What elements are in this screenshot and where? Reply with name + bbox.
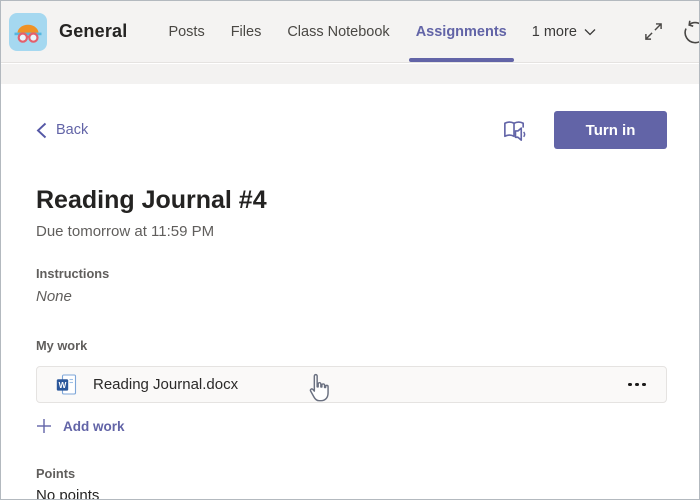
swimmer-avatar-icon bbox=[14, 24, 42, 43]
more-tabs-dropdown[interactable]: 1 more bbox=[532, 24, 596, 40]
refresh-icon bbox=[684, 20, 699, 43]
points-label: Points bbox=[36, 466, 76, 481]
immersive-reader-icon bbox=[504, 120, 526, 141]
attached-file-card[interactable]: W Reading Journal.docx bbox=[36, 366, 667, 403]
assignment-title: Reading Journal #4 bbox=[36, 186, 267, 214]
plus-icon bbox=[37, 419, 51, 433]
more-tabs-label: 1 more bbox=[531, 23, 577, 40]
immersive-reader-button[interactable] bbox=[499, 115, 530, 146]
tab-class-notebook[interactable]: Class Notebook bbox=[274, 1, 402, 62]
header-actions bbox=[642, 18, 699, 46]
chevron-down-icon bbox=[584, 28, 596, 35]
due-date: Due tomorrow at 11:59 PM bbox=[36, 223, 215, 240]
header-substrip bbox=[1, 64, 699, 84]
instructions-label: Instructions bbox=[36, 266, 110, 281]
instructions-value: None bbox=[36, 288, 72, 305]
add-work-button[interactable]: Add work bbox=[36, 418, 125, 434]
expand-button[interactable] bbox=[642, 20, 665, 43]
attached-file-name: Reading Journal.docx bbox=[93, 376, 239, 393]
turn-in-button[interactable]: Turn in bbox=[554, 111, 667, 149]
channel-title: General bbox=[59, 21, 128, 41]
file-more-options-button[interactable] bbox=[626, 377, 648, 393]
channel-header: General Posts Files Class Notebook Assig… bbox=[1, 1, 699, 63]
add-work-label: Add work bbox=[63, 418, 125, 434]
tab-posts[interactable]: Posts bbox=[155, 1, 217, 62]
expand-icon bbox=[645, 23, 662, 40]
back-label: Back bbox=[56, 122, 89, 138]
assignment-detail: Back Turn in Reading Journal #4 Due tomo… bbox=[1, 84, 699, 499]
assignment-toolbar: Back Turn in bbox=[36, 111, 667, 149]
back-button[interactable]: Back bbox=[36, 122, 88, 139]
refresh-button[interactable] bbox=[680, 18, 699, 46]
channel-tabs: Posts Files Class Notebook Assignments bbox=[155, 1, 519, 62]
teams-assignment-window: General Posts Files Class Notebook Assig… bbox=[0, 0, 700, 500]
svg-text:W: W bbox=[59, 381, 67, 390]
team-avatar[interactable] bbox=[9, 12, 47, 51]
tab-assignments[interactable]: Assignments bbox=[403, 1, 520, 62]
word-file-icon: W bbox=[56, 374, 77, 395]
my-work-label: My work bbox=[36, 338, 88, 353]
chevron-left-icon bbox=[36, 122, 47, 138]
points-value: No points bbox=[36, 487, 100, 500]
tab-files[interactable]: Files bbox=[218, 1, 275, 62]
